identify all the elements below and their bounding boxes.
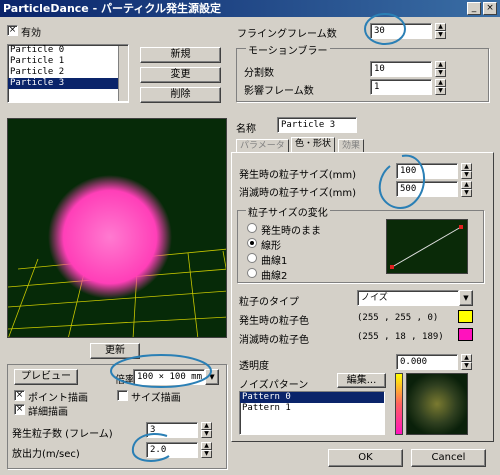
- particle-settings-window: ParticleDance - パーティクル発生源設定 _ × × 有効 Par…: [0, 0, 500, 475]
- annotation-circle: [131, 433, 170, 462]
- detail-draw-label: 詳細描画: [28, 407, 68, 418]
- radio-linear-label: 線形: [261, 241, 281, 252]
- list-scrollbar[interactable]: [118, 46, 128, 101]
- size-death-label: 消滅時の粒子サイズ(mm): [239, 188, 356, 199]
- radio-linear[interactable]: [247, 238, 257, 248]
- particle-list[interactable]: Particle 0 Particle 1 Particle 2 Particl…: [7, 44, 129, 103]
- noise-preview: [406, 373, 468, 435]
- size-birth-label: 発生時の粒子サイズ(mm): [239, 170, 356, 181]
- color-death-label: 消滅時の粒子色: [239, 335, 309, 346]
- size-change-title: 粒子サイズの変化: [246, 204, 330, 219]
- list-item[interactable]: Particle 0: [8, 45, 128, 56]
- size-death-spinner[interactable]: ▲ ▼: [461, 181, 472, 197]
- new-button[interactable]: 新規: [140, 47, 221, 63]
- affect-frames-label: 影響フレーム数: [244, 86, 314, 97]
- point-draw-checkbox[interactable]: ×: [14, 390, 25, 401]
- enable-label: 有効: [21, 28, 41, 39]
- minimize-button[interactable]: _: [467, 2, 481, 15]
- enable-checkbox[interactable]: ×: [7, 25, 18, 36]
- list-item[interactable]: Pattern 1: [240, 403, 384, 414]
- emission-force-spinner[interactable]: ▲ ▼: [201, 442, 212, 458]
- color-death-value: (255 , 18 , 189): [357, 332, 444, 342]
- tab-effects[interactable]: 効果: [338, 139, 365, 153]
- radio-curve2-label: 曲線2: [261, 271, 288, 282]
- divisions-spinner[interactable]: ▲ ▼: [435, 61, 446, 77]
- ok-button[interactable]: OK: [328, 449, 403, 467]
- flying-frames-label: フライングフレーム数: [237, 29, 337, 40]
- cancel-button[interactable]: Cancel: [411, 449, 486, 467]
- particle-type-dropdown-arrow[interactable]: ▼: [459, 290, 473, 306]
- preview-grid: [8, 175, 226, 337]
- flying-frames-spinner[interactable]: ▲ ▼: [435, 23, 446, 39]
- divisions-input[interactable]: 10: [370, 61, 432, 77]
- list-item-selected[interactable]: Particle 3: [8, 78, 128, 89]
- edit-button[interactable]: 編集...: [337, 373, 386, 388]
- list-item[interactable]: Particle 2: [8, 67, 128, 78]
- annotation-circle: [364, 13, 406, 45]
- name-input[interactable]: Particle 3: [277, 117, 357, 133]
- affect-frames-spinner[interactable]: ▲ ▼: [435, 79, 446, 95]
- noise-pattern-label: ノイズパターン: [239, 380, 309, 391]
- list-item[interactable]: Particle 1: [8, 56, 128, 67]
- list-item-selected[interactable]: Pattern 0: [240, 392, 384, 403]
- particle-type-label: 粒子のタイプ: [239, 297, 299, 308]
- opacity-spinner[interactable]: ▲ ▼: [461, 354, 472, 370]
- close-button[interactable]: ×: [483, 2, 497, 15]
- size-draw-label: サイズ描画: [131, 393, 181, 404]
- opacity-label: 透明度: [239, 361, 269, 372]
- point-draw-label: ポイント描画: [28, 393, 88, 404]
- color-birth-label: 発生時の粒子色: [239, 316, 309, 327]
- size-birth-spinner[interactable]: ▲ ▼: [461, 163, 472, 179]
- radio-curve1[interactable]: [247, 253, 257, 263]
- tab-parameters[interactable]: パラメータ: [236, 139, 289, 153]
- divisions-label: 分割数: [244, 68, 274, 79]
- tab-color-shape[interactable]: 色・形状: [291, 137, 336, 153]
- change-button[interactable]: 変更: [140, 67, 221, 83]
- preview-button[interactable]: プレビュー: [14, 369, 78, 385]
- color-birth-swatch[interactable]: [458, 310, 473, 323]
- affect-frames-input[interactable]: 1: [370, 79, 432, 95]
- opacity-input[interactable]: 0.000: [396, 354, 458, 370]
- gradient-bar: [395, 373, 403, 435]
- size-draw-checkbox[interactable]: [117, 390, 128, 401]
- noise-pattern-list[interactable]: Pattern 0 Pattern 1: [239, 391, 385, 435]
- emission-count-spinner[interactable]: ▲ ▼: [201, 422, 212, 438]
- size-curve-graph: [386, 219, 468, 274]
- emission-force-label: 放出力(m/sec): [12, 449, 80, 460]
- title-bar: ParticleDance - パーティクル発生源設定: [0, 0, 500, 17]
- window-title: ParticleDance - パーティクル発生源設定: [3, 2, 221, 15]
- delete-button[interactable]: 削除: [140, 87, 221, 103]
- preview-viewport[interactable]: [7, 118, 227, 338]
- name-label: 名称: [236, 124, 256, 135]
- radio-keep-label: 発生時のまま: [261, 226, 321, 237]
- radio-keep[interactable]: [247, 223, 257, 233]
- emission-count-label: 発生粒子数 (フレーム): [12, 429, 113, 440]
- particle-sphere: [48, 175, 172, 299]
- color-death-swatch[interactable]: [458, 328, 473, 341]
- detail-draw-checkbox[interactable]: ×: [14, 404, 25, 415]
- radio-curve2[interactable]: [247, 268, 257, 278]
- annotation-circle: [110, 354, 212, 388]
- color-birth-value: (255 , 255 , 0): [357, 313, 439, 323]
- particle-type-select[interactable]: ノイズ: [357, 290, 459, 306]
- radio-curve1-label: 曲線1: [261, 256, 288, 267]
- motion-blur-title: モーションブラー: [246, 42, 330, 57]
